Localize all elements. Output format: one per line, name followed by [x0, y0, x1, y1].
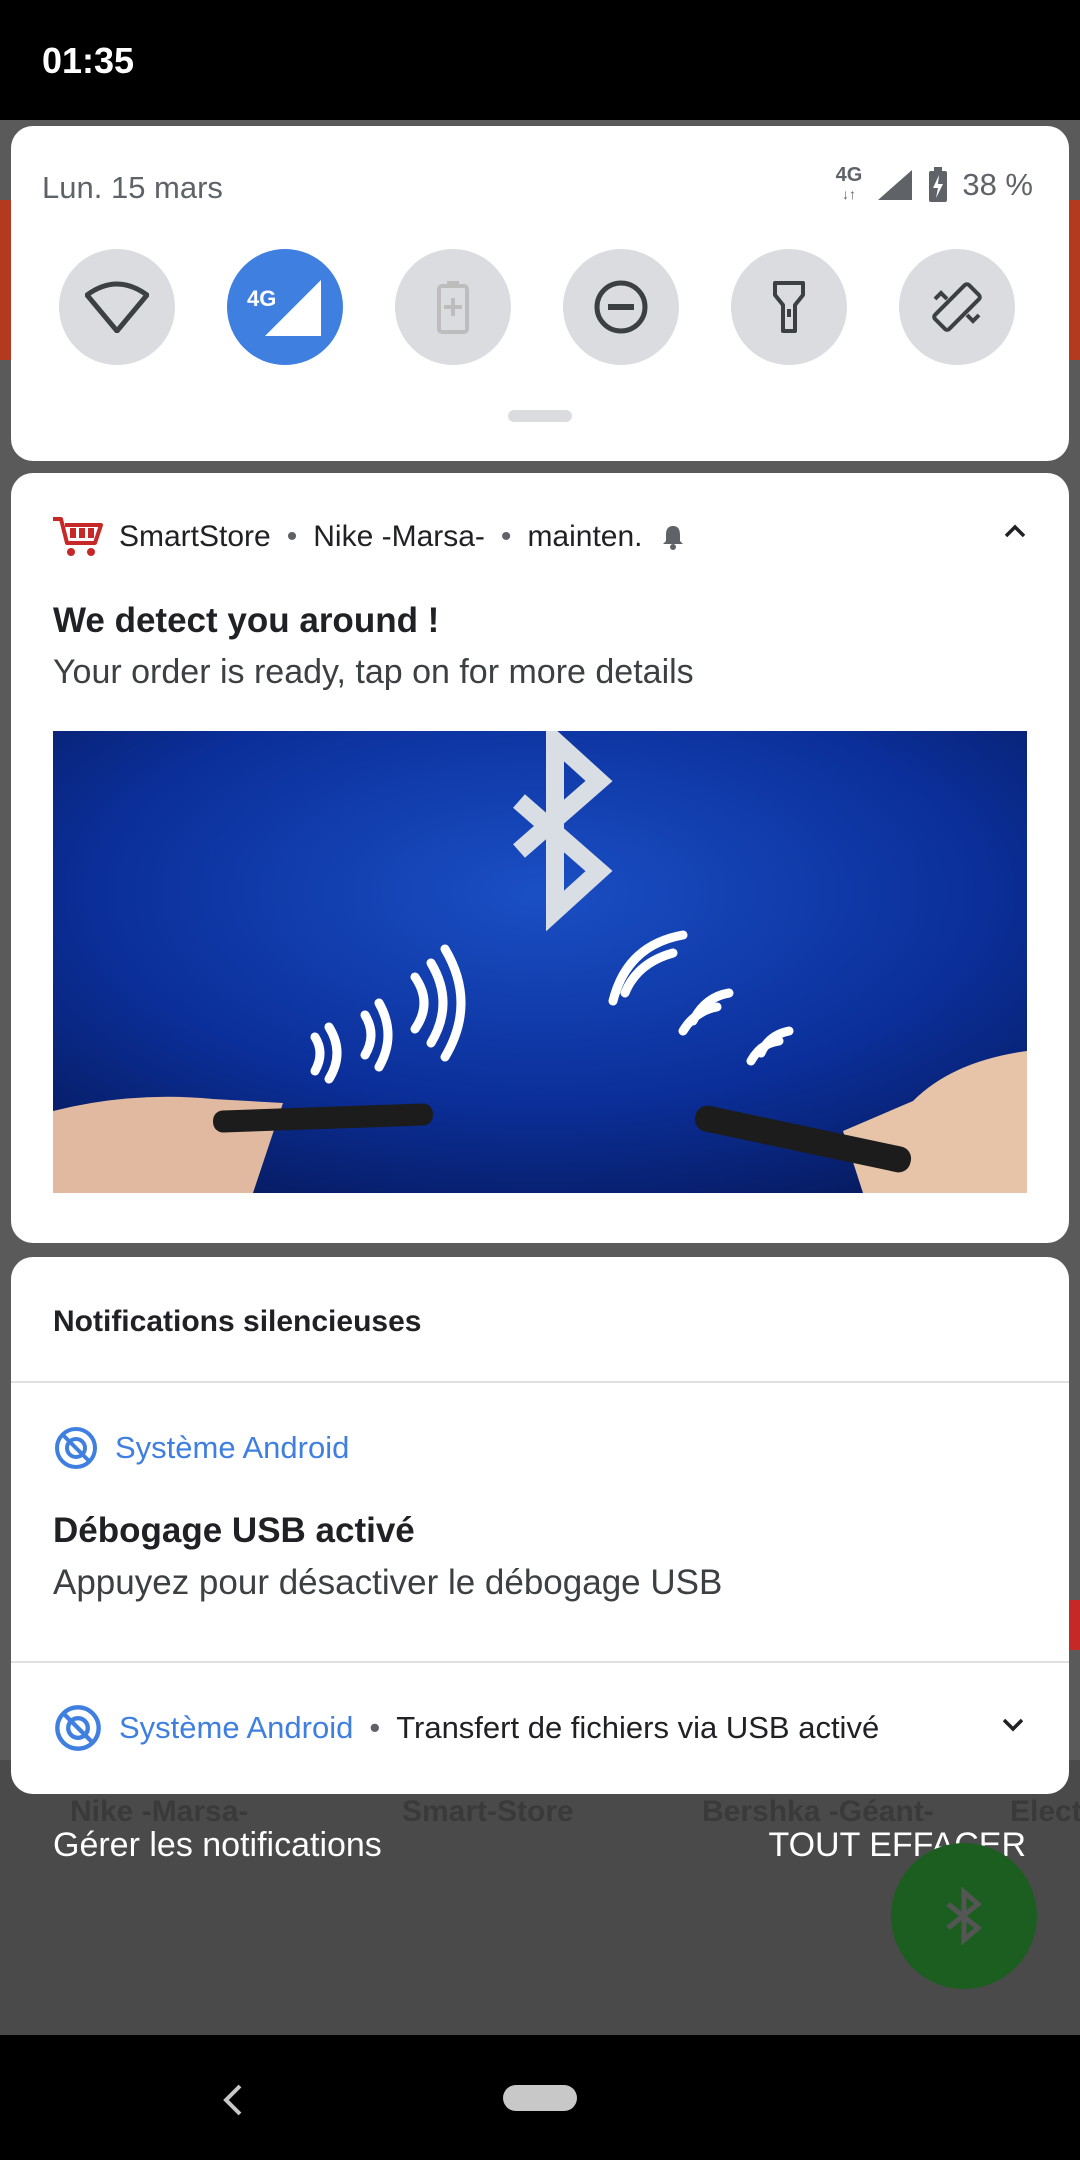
- silent-notifications-section: Notifications silencieuses Système Andro…: [11, 1257, 1069, 1794]
- network-type-label: 4G: [835, 164, 863, 186]
- usb-transfer-text: Transfert de fichiers via USB activé: [396, 1710, 880, 1745]
- usb-debug-title[interactable]: Débogage USB activé: [53, 1511, 415, 1551]
- wifi-tile[interactable]: [59, 249, 175, 365]
- date-label[interactable]: Lun. 15 mars: [42, 170, 223, 206]
- mobile-data-label: 4G: [247, 286, 276, 311]
- do-not-disturb-icon: [594, 280, 648, 334]
- notification-app-name: Système Android: [115, 1430, 350, 1465]
- background-store-label: Nike -Marsa-: [70, 1795, 249, 1828]
- drag-handle[interactable]: [508, 410, 572, 422]
- home-pill-button[interactable]: [503, 2085, 577, 2111]
- flashlight-icon: [773, 281, 805, 333]
- manage-notifications-button[interactable]: Gérer les notifications: [53, 1826, 382, 1865]
- auto-rotate-tile[interactable]: [899, 249, 1015, 365]
- notification-app-name: SmartStore: [119, 520, 271, 553]
- bluetooth-phones-image: [53, 731, 1027, 1193]
- usb-debug-text[interactable]: Appuyez pour désactiver le débogage USB: [53, 1563, 722, 1603]
- background-store-label: Elect: [1010, 1795, 1080, 1828]
- separator-dot: •: [369, 1710, 381, 1745]
- notification-text: Your order is ready, tap on for more det…: [53, 653, 694, 691]
- android-system-icon: [55, 1427, 97, 1469]
- android-system-icon: [55, 1705, 101, 1751]
- notification-time: mainten.: [527, 520, 643, 553]
- notification-app-name: Système Android: [119, 1710, 354, 1745]
- quick-settings-panel: Lun. 15 mars 4G ↓↑ 38 % 4G: [11, 126, 1069, 461]
- separator-dot: •: [286, 520, 298, 553]
- status-time: 01:35: [42, 40, 135, 81]
- separator-dot: •: [500, 520, 512, 553]
- battery-saver-tile[interactable]: [395, 249, 511, 365]
- notification-subtext: Nike -Marsa-: [313, 520, 485, 553]
- navigation-bar: [0, 2035, 1080, 2160]
- smartstore-notification[interactable]: SmartStore • Nike -Marsa- • mainten. We …: [11, 473, 1069, 1243]
- alert-bell-icon: [662, 526, 683, 550]
- do-not-disturb-tile[interactable]: [563, 249, 679, 365]
- notification-header: SmartStore • Nike -Marsa- • mainten.: [51, 515, 687, 559]
- silent-section-header: Notifications silencieuses: [53, 1305, 422, 1338]
- divider: [11, 1661, 1069, 1663]
- signal-icon: [878, 169, 913, 200]
- flashlight-tile[interactable]: [731, 249, 847, 365]
- bluetooth-fab[interactable]: [891, 1843, 1037, 1989]
- chevron-down-icon[interactable]: [1001, 1717, 1025, 1733]
- wifi-icon: [85, 281, 149, 333]
- auto-rotate-icon: [932, 282, 982, 332]
- background-marker: [1068, 1600, 1080, 1650]
- shopping-cart-icon: [53, 517, 103, 556]
- bluetooth-icon: [946, 1886, 982, 1946]
- battery-charging-icon: [929, 166, 948, 202]
- battery-saver-icon: [437, 281, 469, 334]
- divider: [11, 1381, 1069, 1383]
- mobile-data-tile[interactable]: 4G: [227, 249, 343, 365]
- mobile-data-icon: 4G: [247, 280, 321, 336]
- usb-debug-notification-header: Système Android: [53, 1425, 349, 1471]
- network-type-icon: 4G ↓↑: [835, 164, 863, 202]
- status-icons: 4G ↓↑ 38 %: [835, 164, 1033, 203]
- usb-transfer-notification[interactable]: Système Android • Transfert de fichiers …: [53, 1703, 879, 1753]
- back-icon[interactable]: [218, 2083, 248, 2117]
- battery-percent: 38 %: [962, 166, 1033, 202]
- chevron-up-icon[interactable]: [1003, 523, 1027, 539]
- background-store-label: Bershka -Géant-: [702, 1795, 934, 1828]
- notification-title: We detect you around !: [53, 601, 440, 640]
- background-store-label: Smart-Store: [402, 1795, 574, 1828]
